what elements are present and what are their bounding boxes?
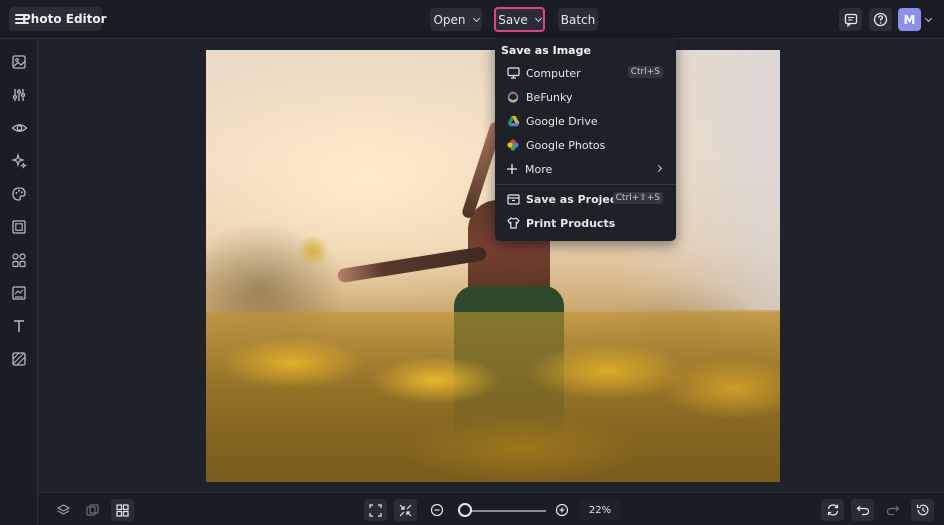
shortcut-badge: Ctrl+S xyxy=(627,66,663,78)
shirt-icon xyxy=(506,216,520,230)
zoom-out-button[interactable] xyxy=(425,499,448,521)
save-label: Save xyxy=(498,12,528,27)
crop-icon[interactable] xyxy=(9,283,29,303)
main-menu-button[interactable]: Photo Editor xyxy=(9,7,107,31)
save-to-computer-item[interactable]: Computer Ctrl+S xyxy=(495,62,676,84)
menu-item-label: BeFunky xyxy=(526,90,573,104)
redo-button[interactable] xyxy=(881,499,904,521)
photo-canvas[interactable] xyxy=(206,50,780,482)
layers-button[interactable] xyxy=(52,499,75,521)
menu-item-label: More xyxy=(525,162,553,176)
menu-item-label: Google Drive xyxy=(526,114,598,128)
photo-flower-field xyxy=(206,312,780,482)
save-dropdown-menu: Save as Image Computer Ctrl+S BeFunky Go… xyxy=(495,38,676,241)
help-icon xyxy=(873,12,888,27)
feedback-button[interactable] xyxy=(839,8,862,31)
grid-icon xyxy=(116,503,129,517)
zoom-percentage[interactable]: 22% xyxy=(580,500,620,520)
project-box-icon xyxy=(506,192,520,206)
history-button[interactable] xyxy=(911,499,934,521)
eye-icon[interactable] xyxy=(9,118,29,138)
save-more-item[interactable]: More xyxy=(495,158,676,180)
chevron-right-icon xyxy=(654,164,663,173)
grid-view-button[interactable] xyxy=(111,499,134,521)
expand-icon xyxy=(369,503,382,517)
menu-item-label: Print Products xyxy=(526,216,616,230)
feedback-icon xyxy=(844,13,857,27)
open-label: Open xyxy=(433,12,466,27)
menu-item-label: Google Photos xyxy=(526,138,606,152)
frame-icon[interactable] xyxy=(9,217,29,237)
history-icon xyxy=(916,504,928,516)
compare-button[interactable] xyxy=(81,499,104,521)
google-drive-icon xyxy=(506,114,520,128)
save-as-project-item[interactable]: Save as Project Ctrl+⇧+S xyxy=(495,188,676,210)
text-icon[interactable] xyxy=(9,316,29,336)
shapes-icon[interactable] xyxy=(9,250,29,270)
photo-bouquet xyxy=(296,236,330,266)
top-bar: Photo Editor Open Save Batch M xyxy=(0,0,944,39)
zoom-out-icon xyxy=(430,503,443,517)
rotate-refresh-button[interactable] xyxy=(821,499,844,521)
chevron-down-icon xyxy=(472,14,480,22)
avatar: M xyxy=(898,8,921,31)
layers-icon xyxy=(56,503,71,515)
save-to-google-drive-item[interactable]: Google Drive xyxy=(495,110,676,132)
sparkle-effects-icon[interactable] xyxy=(9,151,29,171)
menu-item-label: Save as Project xyxy=(526,192,622,206)
save-to-google-photos-item[interactable]: Google Photos xyxy=(495,134,676,156)
befunky-logo-icon xyxy=(506,90,520,104)
plus-icon xyxy=(505,162,519,176)
save-to-befunky-item[interactable]: BeFunky xyxy=(495,86,676,108)
photo-outstretched-arm xyxy=(336,246,488,284)
refresh-icon xyxy=(827,504,838,516)
menu-item-label: Computer xyxy=(526,66,581,80)
image-icon[interactable] xyxy=(9,52,29,72)
open-button[interactable]: Open xyxy=(430,8,482,31)
zoom-slider-track[interactable] xyxy=(460,510,546,512)
undo-button[interactable] xyxy=(851,499,874,521)
texture-icon[interactable] xyxy=(9,349,29,369)
chevron-down-icon xyxy=(534,14,542,22)
zoom-in-button[interactable] xyxy=(550,499,573,521)
batch-button[interactable]: Batch xyxy=(558,8,598,31)
zoom-slider-handle[interactable] xyxy=(458,503,473,517)
fit-to-screen-button[interactable] xyxy=(364,499,387,521)
chevron-down-icon xyxy=(924,14,933,22)
zoom-in-icon xyxy=(555,503,568,517)
actual-size-button[interactable] xyxy=(394,499,417,521)
shrink-icon xyxy=(399,504,412,516)
account-menu-button[interactable]: M xyxy=(898,8,937,31)
save-menu-header: Save as Image xyxy=(501,44,591,57)
undo-icon xyxy=(856,505,869,516)
bottom-toolbar: 22% xyxy=(39,492,944,525)
help-button[interactable] xyxy=(869,8,892,31)
shortcut-badge: Ctrl+⇧+S xyxy=(612,192,663,204)
redo-icon xyxy=(886,505,899,516)
save-button[interactable]: Save xyxy=(494,7,545,32)
compare-icon xyxy=(86,503,99,516)
google-photos-icon xyxy=(506,138,520,152)
tool-sidebar xyxy=(0,40,38,525)
sliders-icon[interactable] xyxy=(9,85,29,105)
app-title: Photo Editor xyxy=(22,12,107,26)
menu-divider xyxy=(495,184,676,185)
batch-label: Batch xyxy=(560,12,596,27)
print-products-item[interactable]: Print Products xyxy=(495,212,676,234)
monitor-icon xyxy=(506,66,520,80)
palette-icon[interactable] xyxy=(9,184,29,204)
